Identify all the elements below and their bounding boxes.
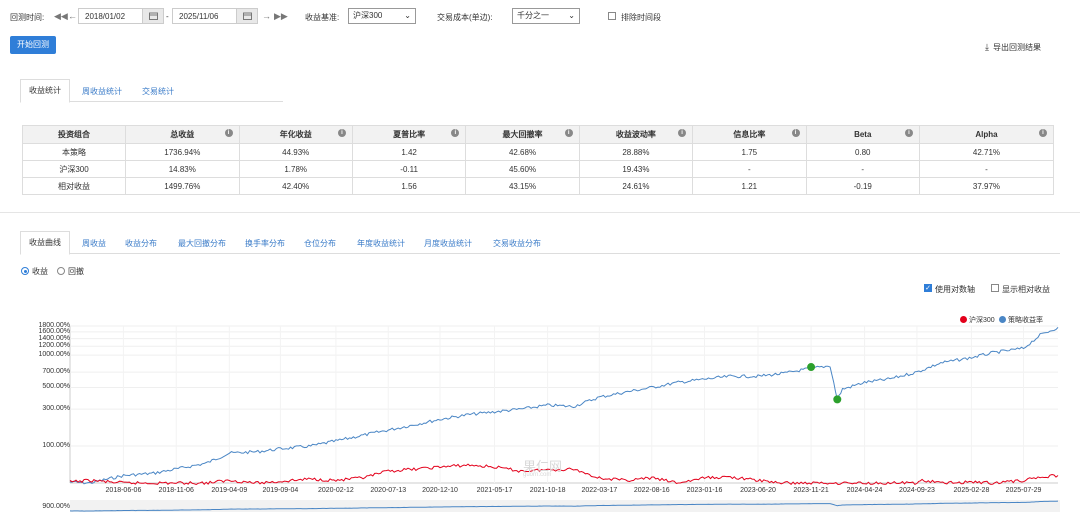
x-tick-label: 2024-09-23 (899, 487, 935, 494)
x-tick-label: 2023-01-16 (686, 487, 723, 494)
x-tick-label: 2023-06-20 (740, 487, 776, 494)
chart-series (69, 327, 1059, 486)
x-tick-label: 2022-03-17 (581, 487, 618, 494)
y-tick-label: 100.00% (42, 442, 70, 450)
y-tick-label: 1200.00% (38, 342, 70, 350)
x-tick-label: 2023-11-21 (793, 487, 829, 494)
x-tick-label: 2025-02-28 (953, 487, 990, 494)
y-tick-label: 1000.00% (38, 351, 70, 359)
x-tick-label: 2018-11-06 (158, 487, 194, 494)
x-tick-label: 2021-05-17 (476, 487, 513, 494)
y-tick-label: 700.00% (42, 368, 70, 376)
chart-markers (807, 363, 842, 404)
return-chart (69, 325, 1060, 512)
y-tick-label: 300.00% (42, 405, 70, 413)
x-tick-label: 2020-02-12 (317, 487, 354, 494)
drawdown-marker[interactable] (833, 395, 842, 404)
navigator-y-tick: 900.00% (42, 503, 70, 510)
x-tick-label: 2020-12-10 (422, 487, 458, 494)
x-tick-label: 2021-10-18 (529, 487, 566, 494)
x-tick-label: 2022-08-16 (633, 487, 670, 494)
y-tick-label: 1400.00% (38, 334, 70, 342)
benchmark-series-line (69, 463, 1059, 486)
y-tick-label: 500.00% (42, 383, 70, 391)
drawdown-marker[interactable] (807, 363, 816, 372)
strategy-series-line (69, 327, 1059, 485)
x-tick-label: 2025-07-29 (1005, 487, 1042, 494)
x-tick-label: 2020-07-13 (370, 487, 407, 494)
x-tick-label: 2024-04-24 (846, 487, 883, 494)
x-tick-label: 2019-09-04 (262, 487, 299, 494)
x-tick-label: 2018-06-06 (105, 487, 142, 494)
watermark-url: guorn.com (523, 472, 552, 478)
x-tick-label: 2019-04-09 (211, 487, 248, 494)
